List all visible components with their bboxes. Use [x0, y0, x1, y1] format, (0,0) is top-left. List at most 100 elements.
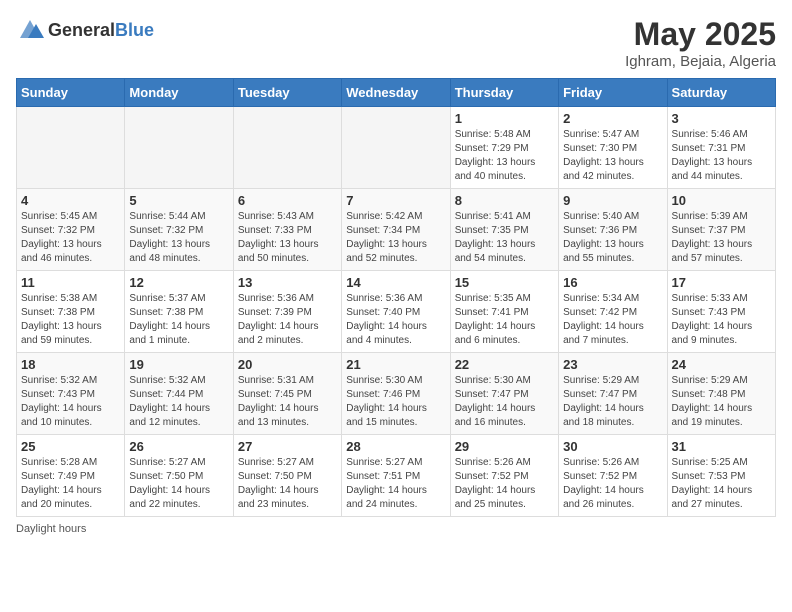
day-number: 17: [672, 275, 771, 290]
calendar-cell: 19 Sunrise: 5:32 AM Sunset: 7:44 PM Dayli…: [125, 353, 233, 435]
calendar-cell: 25Sunrise: 5:28 AM Sunset: 7:49 PM Dayli…: [17, 435, 125, 517]
day-number: 21: [346, 357, 445, 372]
calendar-table: SundayMondayTuesdayWednesdayThursdayFrid…: [16, 78, 776, 517]
title-area: May 2025 Ighram, Bejaia, Algeria: [625, 16, 776, 70]
calendar-cell: 13Sunrise: 5:36 AM Sunset: 7:39 PM Dayli…: [233, 271, 341, 353]
day-info: Sunrise: 5:25 AM Sunset: 7:53 PM Dayligh…: [672, 456, 771, 512]
calendar-cell: 7 Sunrise: 5:42 AM Sunset: 7:34 PM Daylig…: [342, 189, 450, 271]
calendar-cell: 17 Sunrise: 5:33 AM Sunset: 7:43 PM Dayli…: [667, 271, 775, 353]
calendar-cell: 6Sunrise: 5:43 AM Sunset: 7:33 PM Daylig…: [233, 189, 341, 271]
day-number: 29: [455, 439, 554, 454]
day-number: 12: [129, 275, 228, 290]
header-day-friday: Friday: [559, 79, 667, 107]
day-info: Sunrise: 5:28 AM Sunset: 7:49 PM Dayligh…: [21, 456, 120, 512]
day-number: 11: [21, 275, 120, 290]
main-title: May 2025: [625, 16, 776, 53]
day-number: 31: [672, 439, 771, 454]
logo: GeneralBlue: [16, 16, 154, 44]
day-info: Sunrise: 5:44 AM Sunset: 7:32 PM Dayligh…: [129, 210, 228, 266]
day-info: Sunrise: 5:46 AM Sunset: 7:31 PM Dayligh…: [672, 128, 771, 184]
logo-blue: Blue: [115, 20, 154, 40]
footer-note: Daylight hours: [16, 523, 776, 535]
header: GeneralBlue May 2025 Ighram, Bejaia, Alg…: [16, 16, 776, 70]
day-info: Sunrise: 5:38 AM Sunset: 7:38 PM Dayligh…: [21, 292, 120, 348]
day-number: 13: [238, 275, 337, 290]
calendar-cell: 31 Sunrise: 5:25 AM Sunset: 7:53 PM Dayli…: [667, 435, 775, 517]
day-number: 27: [238, 439, 337, 454]
header-day-sunday: Sunday: [17, 79, 125, 107]
day-info: Sunrise: 5:26 AM Sunset: 7:52 PM Dayligh…: [455, 456, 554, 512]
day-info: Sunrise: 5:27 AM Sunset: 7:51 PM Dayligh…: [346, 456, 445, 512]
day-number: 5: [129, 193, 228, 208]
calendar-cell: 2 Sunrise: 5:47 AM Sunset: 7:30 PM Daylig…: [559, 107, 667, 189]
week-row-1: 1 Sunrise: 5:48 AM Sunset: 7:29 PM Daylig…: [17, 107, 776, 189]
week-row-4: 18 Sunrise: 5:32 AM Sunset: 7:43 PM Dayli…: [17, 353, 776, 435]
day-info: Sunrise: 5:34 AM Sunset: 7:42 PM Dayligh…: [563, 292, 662, 348]
day-number: 7: [346, 193, 445, 208]
day-number: 3: [672, 111, 771, 126]
day-info: Sunrise: 5:32 AM Sunset: 7:44 PM Dayligh…: [129, 374, 228, 430]
day-info: Sunrise: 5:30 AM Sunset: 7:46 PM Dayligh…: [346, 374, 445, 430]
calendar-cell: 9 Sunrise: 5:40 AM Sunset: 7:36 PM Daylig…: [559, 189, 667, 271]
calendar-cell: 29 Sunrise: 5:26 AM Sunset: 7:52 PM Dayli…: [450, 435, 558, 517]
calendar-cell: 1 Sunrise: 5:48 AM Sunset: 7:29 PM Daylig…: [450, 107, 558, 189]
day-number: 10: [672, 193, 771, 208]
calendar-cell: [233, 107, 341, 189]
day-number: 2: [563, 111, 662, 126]
day-number: 6: [238, 193, 337, 208]
day-info: Sunrise: 5:33 AM Sunset: 7:43 PM Dayligh…: [672, 292, 771, 348]
day-info: Sunrise: 5:48 AM Sunset: 7:29 PM Dayligh…: [455, 128, 554, 184]
day-number: 9: [563, 193, 662, 208]
day-info: Sunrise: 5:27 AM Sunset: 7:50 PM Dayligh…: [129, 456, 228, 512]
day-info: Sunrise: 5:40 AM Sunset: 7:36 PM Dayligh…: [563, 210, 662, 266]
day-number: 18: [21, 357, 120, 372]
calendar-cell: 26 Sunrise: 5:27 AM Sunset: 7:50 PM Dayli…: [125, 435, 233, 517]
day-number: 8: [455, 193, 554, 208]
subtitle: Ighram, Bejaia, Algeria: [625, 53, 776, 70]
calendar-cell: 11 Sunrise: 5:38 AM Sunset: 7:38 PM Dayli…: [17, 271, 125, 353]
day-number: 30: [563, 439, 662, 454]
day-info: Sunrise: 5:36 AM Sunset: 7:40 PM Dayligh…: [346, 292, 445, 348]
day-number: 28: [346, 439, 445, 454]
day-number: 19: [129, 357, 228, 372]
calendar-cell: 20 Sunrise: 5:31 AM Sunset: 7:45 PM Dayli…: [233, 353, 341, 435]
day-number: 1: [455, 111, 554, 126]
header-day-saturday: Saturday: [667, 79, 775, 107]
calendar-cell: [17, 107, 125, 189]
calendar-cell: 10 Sunrise: 5:39 AM Sunset: 7:37 PM Dayli…: [667, 189, 775, 271]
calendar-cell: 4Sunrise: 5:45 AM Sunset: 7:32 PM Daylig…: [17, 189, 125, 271]
calendar-cell: 16Sunrise: 5:34 AM Sunset: 7:42 PM Dayli…: [559, 271, 667, 353]
calendar-cell: 27Sunrise: 5:27 AM Sunset: 7:50 PM Dayli…: [233, 435, 341, 517]
day-number: 26: [129, 439, 228, 454]
calendar-cell: 14Sunrise: 5:36 AM Sunset: 7:40 PM Dayli…: [342, 271, 450, 353]
logo-icon: [16, 16, 44, 44]
calendar-cell: 24 Sunrise: 5:29 AM Sunset: 7:48 PM Dayli…: [667, 353, 775, 435]
calendar-cell: 18 Sunrise: 5:32 AM Sunset: 7:43 PM Dayli…: [17, 353, 125, 435]
header-row: SundayMondayTuesdayWednesdayThursdayFrid…: [17, 79, 776, 107]
day-info: Sunrise: 5:31 AM Sunset: 7:45 PM Dayligh…: [238, 374, 337, 430]
calendar-cell: 23Sunrise: 5:29 AM Sunset: 7:47 PM Dayli…: [559, 353, 667, 435]
header-day-monday: Monday: [125, 79, 233, 107]
day-info: Sunrise: 5:30 AM Sunset: 7:47 PM Dayligh…: [455, 374, 554, 430]
day-number: 20: [238, 357, 337, 372]
day-info: Sunrise: 5:35 AM Sunset: 7:41 PM Dayligh…: [455, 292, 554, 348]
calendar-cell: [125, 107, 233, 189]
calendar-cell: 22 Sunrise: 5:30 AM Sunset: 7:47 PM Dayli…: [450, 353, 558, 435]
day-info: Sunrise: 5:47 AM Sunset: 7:30 PM Dayligh…: [563, 128, 662, 184]
day-info: Sunrise: 5:39 AM Sunset: 7:37 PM Dayligh…: [672, 210, 771, 266]
header-day-wednesday: Wednesday: [342, 79, 450, 107]
day-number: 24: [672, 357, 771, 372]
calendar-cell: 3 Sunrise: 5:46 AM Sunset: 7:31 PM Daylig…: [667, 107, 775, 189]
day-number: 22: [455, 357, 554, 372]
calendar-cell: 15Sunrise: 5:35 AM Sunset: 7:41 PM Dayli…: [450, 271, 558, 353]
calendar-cell: 8 Sunrise: 5:41 AM Sunset: 7:35 PM Daylig…: [450, 189, 558, 271]
day-info: Sunrise: 5:29 AM Sunset: 7:48 PM Dayligh…: [672, 374, 771, 430]
day-info: Sunrise: 5:42 AM Sunset: 7:34 PM Dayligh…: [346, 210, 445, 266]
calendar-cell: 21 Sunrise: 5:30 AM Sunset: 7:46 PM Dayli…: [342, 353, 450, 435]
header-day-thursday: Thursday: [450, 79, 558, 107]
day-info: Sunrise: 5:41 AM Sunset: 7:35 PM Dayligh…: [455, 210, 554, 266]
day-info: Sunrise: 5:32 AM Sunset: 7:43 PM Dayligh…: [21, 374, 120, 430]
header-day-tuesday: Tuesday: [233, 79, 341, 107]
calendar-cell: 30Sunrise: 5:26 AM Sunset: 7:52 PM Dayli…: [559, 435, 667, 517]
day-number: 23: [563, 357, 662, 372]
